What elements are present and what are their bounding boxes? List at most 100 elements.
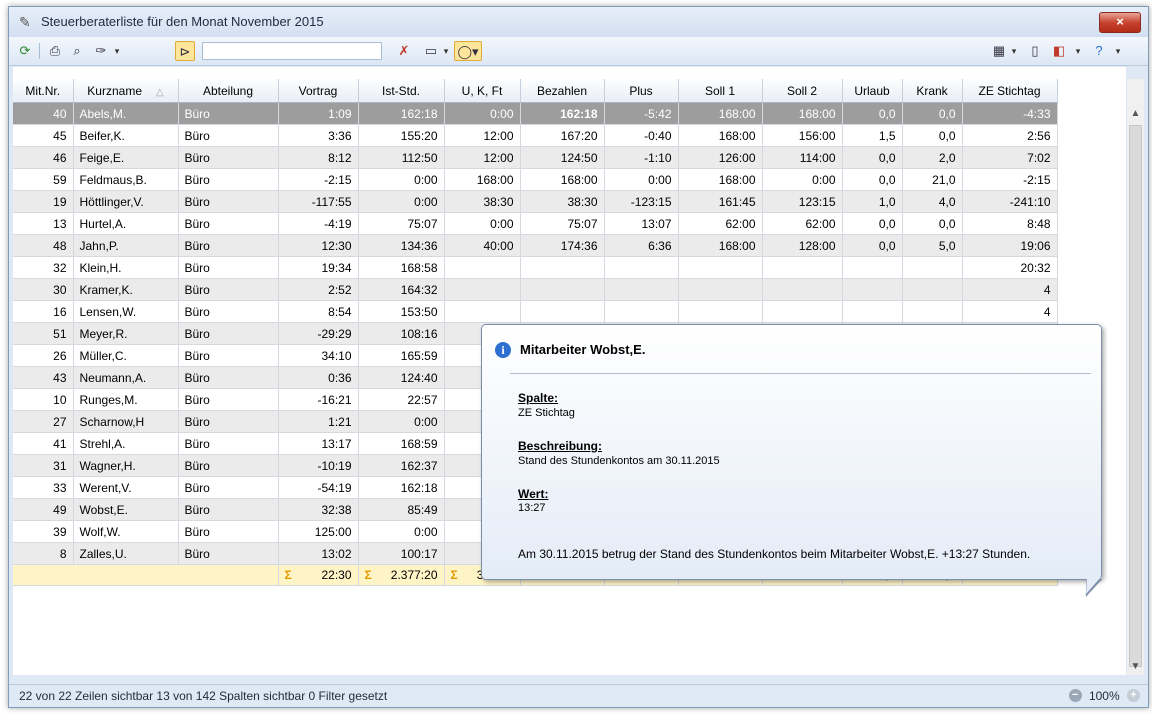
column-header[interactable]: Krank: [902, 79, 963, 103]
table-cell[interactable]: Wobst,E.: [73, 498, 179, 521]
table-cell[interactable]: 0:00: [358, 168, 445, 191]
clipboard-icon[interactable]: ▯: [1025, 41, 1045, 61]
table-cell[interactable]: 161:45: [678, 190, 763, 213]
column-header[interactable]: ZE Stichtag: [962, 79, 1058, 103]
export-dropdown-icon[interactable]: ▾: [441, 41, 451, 61]
table-cell[interactable]: 33: [13, 476, 74, 499]
table-cell[interactable]: -2:15: [962, 168, 1058, 191]
column-header[interactable]: Vortrag: [278, 79, 359, 103]
zoom-out-icon[interactable]: −: [1068, 689, 1082, 703]
table-cell[interactable]: [902, 300, 963, 323]
table-cell[interactable]: Büro: [178, 256, 279, 279]
table-cell[interactable]: 124:40: [358, 366, 445, 389]
preview-icon[interactable]: ⌕: [67, 41, 87, 61]
table-cell[interactable]: 124:50: [520, 146, 605, 169]
table-cell[interactable]: -29:29: [278, 322, 359, 345]
table-cell[interactable]: 8:48: [962, 212, 1058, 235]
table-cell[interactable]: 38:30: [520, 190, 605, 213]
column-header[interactable]: Plus: [604, 79, 679, 103]
table-cell[interactable]: [762, 278, 843, 301]
table-cell[interactable]: 168:00: [520, 168, 605, 191]
help-dropdown-icon[interactable]: ▾: [1113, 41, 1123, 61]
print-icon[interactable]: ⎙: [45, 41, 65, 61]
table-cell[interactable]: 46: [13, 146, 74, 169]
table-cell[interactable]: 0,0: [842, 234, 903, 257]
table-cell[interactable]: 134:36: [358, 234, 445, 257]
table-cell[interactable]: 125:00: [278, 520, 359, 543]
table-row[interactable]: 48 Jahn,P. Büro 12:30 134:36 40:00 174:36 6:36 1…: [13, 234, 1058, 257]
table-cell[interactable]: 112:50: [358, 146, 445, 169]
table-cell[interactable]: Büro: [178, 498, 279, 521]
table-cell[interactable]: 21,0: [902, 168, 963, 191]
table-cell[interactable]: [444, 256, 521, 279]
table-cell[interactable]: 3:36: [278, 124, 359, 147]
table-cell[interactable]: -241:10: [962, 190, 1058, 213]
table-cell[interactable]: 123:15: [762, 190, 843, 213]
table-cell[interactable]: 0,0: [842, 168, 903, 191]
table-cell[interactable]: 8:54: [278, 300, 359, 323]
table-cell[interactable]: -123:15: [604, 190, 679, 213]
table-cell[interactable]: -2:15: [278, 168, 359, 191]
table-cell[interactable]: 0,0: [902, 212, 963, 235]
table-cell[interactable]: Büro: [178, 476, 279, 499]
table-cell[interactable]: 2:52: [278, 278, 359, 301]
table-cell[interactable]: 0:00: [358, 410, 445, 433]
help-icon[interactable]: ?: [1089, 41, 1109, 61]
table-cell[interactable]: 40:00: [444, 234, 521, 257]
scroll-up-icon[interactable]: ▲: [1127, 105, 1144, 122]
table-cell[interactable]: -16:21: [278, 388, 359, 411]
table-row[interactable]: 40 Abels,M. Büro 1:09 162:18 0:00 162:18 -5:42 1…: [13, 102, 1058, 125]
table-cell[interactable]: 4: [962, 278, 1058, 301]
search-input[interactable]: [202, 42, 382, 60]
table-cell[interactable]: Klein,H.: [73, 256, 179, 279]
table-cell[interactable]: 0:36: [278, 366, 359, 389]
table-cell[interactable]: [520, 278, 605, 301]
table-cell[interactable]: 0:00: [604, 168, 679, 191]
table-cell[interactable]: Büro: [178, 146, 279, 169]
table-cell[interactable]: 1:21: [278, 410, 359, 433]
table-cell[interactable]: [842, 278, 903, 301]
table-cell[interactable]: 13:17: [278, 432, 359, 455]
clear-filter-icon[interactable]: ✗: [394, 41, 414, 61]
table-row[interactable]: 59 Feldmaus,B. Büro -2:15 0:00 168:00 168:00 0:…: [13, 168, 1058, 191]
table-cell[interactable]: -54:19: [278, 476, 359, 499]
table-cell[interactable]: Müller,C.: [73, 344, 179, 367]
table-cell[interactable]: [520, 256, 605, 279]
table-cell[interactable]: -0:40: [604, 124, 679, 147]
table-cell[interactable]: 0,0: [842, 102, 903, 125]
table-cell[interactable]: [604, 278, 679, 301]
column-header[interactable]: Soll 2: [762, 79, 843, 103]
table-cell[interactable]: Wolf,W.: [73, 520, 179, 543]
tooltip-toggle-icon[interactable]: ◯▾: [454, 41, 482, 61]
table-cell[interactable]: Runges,M.: [73, 388, 179, 411]
table-cell[interactable]: Neumann,A.: [73, 366, 179, 389]
table-row[interactable]: 30 Kramer,K. Büro 2:52 164:32 4: [13, 278, 1058, 301]
table-cell[interactable]: 126:00: [678, 146, 763, 169]
table-cell[interactable]: 168:00: [444, 168, 521, 191]
filter-icon[interactable]: ⊳: [175, 41, 195, 61]
table-cell[interactable]: Büro: [178, 212, 279, 235]
table-cell[interactable]: [762, 300, 843, 323]
table-cell[interactable]: Hurtel,A.: [73, 212, 179, 235]
table-cell[interactable]: 34:10: [278, 344, 359, 367]
table-cell[interactable]: 26: [13, 344, 74, 367]
table-cell[interactable]: [604, 300, 679, 323]
table-cell[interactable]: [842, 300, 903, 323]
table-cell[interactable]: 19:34: [278, 256, 359, 279]
column-header[interactable]: Urlaub: [842, 79, 903, 103]
table-cell[interactable]: Büro: [178, 366, 279, 389]
table-cell[interactable]: 168:00: [762, 102, 843, 125]
table-cell[interactable]: [842, 256, 903, 279]
table-cell[interactable]: 19:06: [962, 234, 1058, 257]
table-cell[interactable]: Scharnow,H: [73, 410, 179, 433]
table-cell[interactable]: 62:00: [762, 212, 843, 235]
scroll-down-icon[interactable]: ▼: [1127, 658, 1144, 675]
table-cell[interactable]: 2:56: [962, 124, 1058, 147]
table-cell[interactable]: -4:33: [962, 102, 1058, 125]
table-cell[interactable]: 39: [13, 520, 74, 543]
table-cell[interactable]: 168:00: [678, 168, 763, 191]
table-row[interactable]: 32 Klein,H. Büro 19:34 168:58 20:32: [13, 256, 1058, 279]
table-cell[interactable]: 168:00: [678, 234, 763, 257]
scrollbar-thumb[interactable]: [1129, 125, 1142, 667]
table-cell[interactable]: 32: [13, 256, 74, 279]
